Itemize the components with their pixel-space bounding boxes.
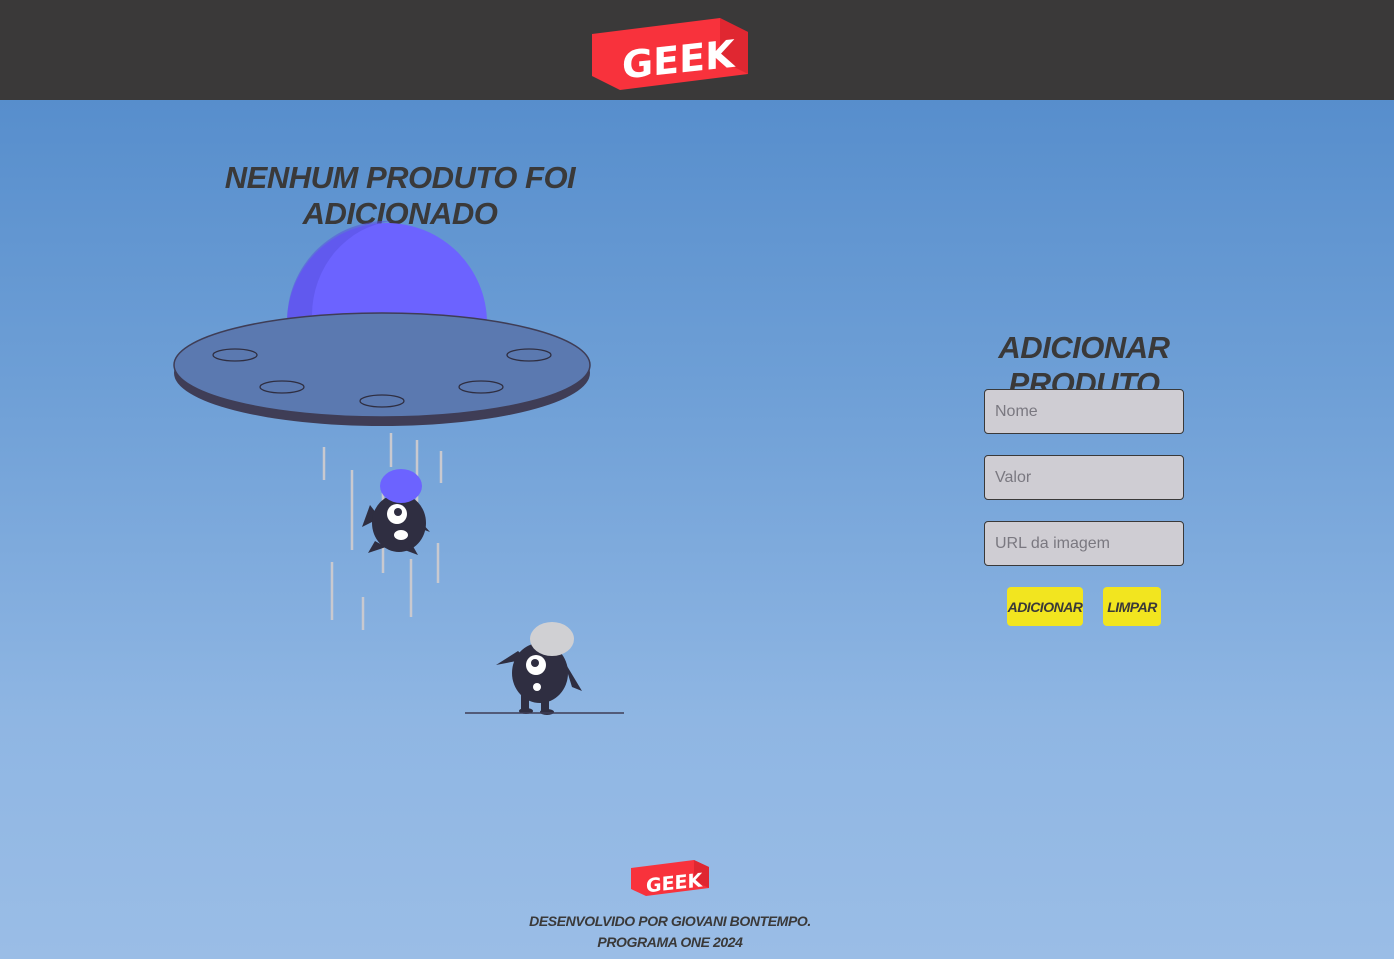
add-product-button[interactable]: Adicionar	[1007, 587, 1083, 626]
footer-logo-text: GEEK	[646, 869, 703, 897]
clear-form-button[interactable]: Limpar	[1103, 587, 1161, 626]
price-input[interactable]	[984, 455, 1184, 500]
footer-credit: Desenvolvido por Giovani Bontempo.	[529, 913, 811, 929]
name-input[interactable]	[984, 389, 1184, 434]
floating-alien	[362, 469, 430, 555]
geek-logo[interactable]: GEEK	[590, 16, 750, 92]
footer-geek-logo[interactable]: GEEK	[630, 858, 710, 898]
ground-alien	[496, 622, 582, 715]
ufo-abduction-illustration	[170, 215, 630, 730]
footer-program: Programa ONE 2024	[597, 934, 743, 950]
site-header: GEEK	[0, 0, 1394, 100]
image-url-input[interactable]	[984, 521, 1184, 566]
